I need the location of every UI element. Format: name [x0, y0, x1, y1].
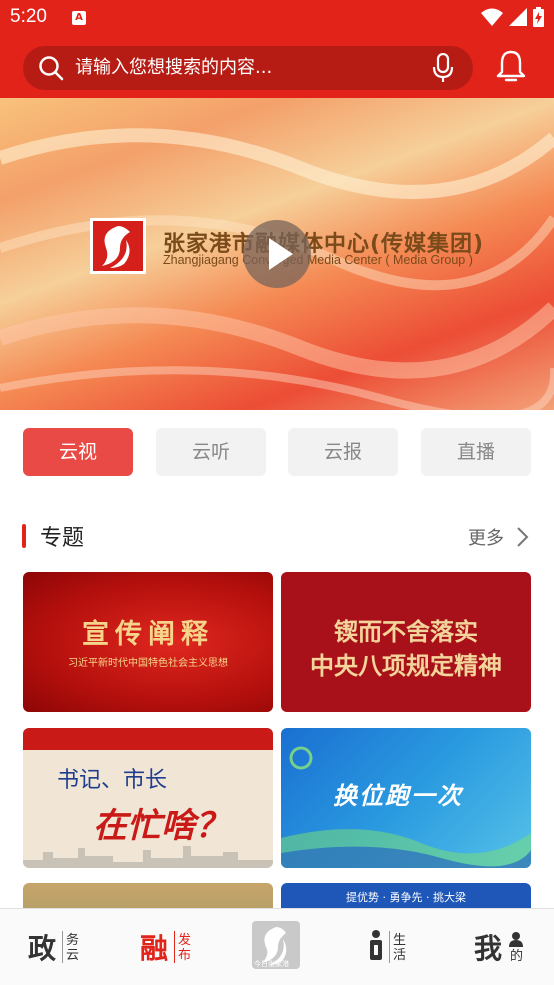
nav-sub-label: 发布 — [178, 933, 192, 963]
status-time: 5:20 — [10, 6, 47, 27]
status-icons — [481, 7, 544, 27]
nav-divider — [389, 931, 390, 963]
nav-sub-label: 务云 — [66, 933, 80, 963]
tab-yunting[interactable]: 云听 — [156, 428, 266, 476]
nav-rongfabu[interactable]: 融 发布 — [140, 909, 200, 985]
status-bar: 5:20 A — [0, 0, 554, 38]
nav-life[interactable]: 生活 — [366, 909, 416, 985]
tab-live[interactable]: 直播 — [421, 428, 531, 476]
topic-card-6[interactable]: 提优势 · 勇争先 · 挑大梁 — [281, 883, 531, 908]
bell-icon[interactable] — [496, 49, 526, 83]
nav-sub-label: 生活 — [393, 933, 407, 963]
nav-sub-label: 的 — [510, 949, 524, 964]
topic-card-shuji[interactable]: 书记、市长 在忙啥？ — [23, 728, 273, 868]
nav-divider — [62, 931, 63, 963]
card-title: 换位跑一次 — [333, 782, 463, 810]
tab-yunbao[interactable]: 云报 — [288, 428, 398, 476]
nav-home-logo[interactable]: 今日张家港 — [252, 909, 302, 985]
nav-main-label: 融 — [140, 932, 169, 965]
app-notification-icon: A — [72, 11, 86, 25]
skyline-illustration — [23, 846, 273, 868]
nav-zhengwuyun[interactable]: 政 务云 — [28, 909, 88, 985]
signal-icon — [509, 8, 527, 26]
card-decoration — [23, 728, 273, 750]
card-title-line1: 锲而不舍落实 — [334, 617, 478, 646]
search-input[interactable]: 请输入您想搜索的内容... — [75, 46, 415, 90]
topic-card-baxiang[interactable]: 锲而不舍落实 中央八项规定精神 — [281, 572, 531, 712]
card-title-line1: 书记、市长 — [57, 768, 168, 793]
topic-card-5[interactable] — [23, 883, 273, 908]
bottom-navigation: 政 务云 融 发布 今日张家港 生活 我 的 — [0, 908, 554, 985]
more-link[interactable]: 更多 — [468, 524, 504, 550]
section-accent-bar — [22, 524, 26, 548]
top-header: 请输入您想搜索的内容... — [0, 38, 554, 98]
banner-subtitle: Zhangjiagang Converged Media Center ( Me… — [163, 253, 473, 267]
video-banner[interactable]: 张家港市融媒体中心(传媒集团) Zhangjiagang Converged M… — [0, 98, 554, 410]
search-icon — [39, 56, 64, 81]
section-title: 专题 — [40, 526, 85, 551]
life-icon — [370, 930, 382, 960]
card-title: 提优势 · 勇争先 · 挑大梁 — [346, 891, 466, 904]
topic-card-huanwei[interactable]: 换位跑一次 — [281, 728, 531, 868]
tab-yunshi[interactable]: 云视 — [23, 428, 133, 476]
main-content: 云视 云听 云报 直播 专题 更多 宣传阐释 习近平新时代中国特色社会主义思想 … — [0, 410, 554, 908]
logo-icon — [90, 218, 146, 274]
nav-main-label: 政 — [28, 932, 57, 965]
card-title-line2: 中央八项规定精神 — [310, 651, 502, 680]
user-icon — [509, 932, 523, 947]
battery-charging-icon — [533, 7, 544, 27]
wifi-icon — [481, 8, 503, 26]
search-bar[interactable]: 请输入您想搜索的内容... — [23, 46, 473, 90]
card-title: 宣传阐释 — [82, 619, 214, 650]
topic-card-xuanchuan[interactable]: 宣传阐释 习近平新时代中国特色社会主义思想 — [23, 572, 273, 712]
nav-main-label: 我 — [474, 932, 503, 965]
logo-caption: 今日张家港 — [254, 960, 289, 968]
nav-mine[interactable]: 我 的 — [474, 909, 534, 985]
chevron-right-icon[interactable] — [515, 526, 529, 548]
card-subtitle: 习近平新时代中国特色社会主义思想 — [68, 658, 228, 669]
nav-divider — [174, 931, 175, 963]
play-icon[interactable] — [243, 220, 311, 288]
microphone-icon[interactable] — [429, 53, 457, 83]
